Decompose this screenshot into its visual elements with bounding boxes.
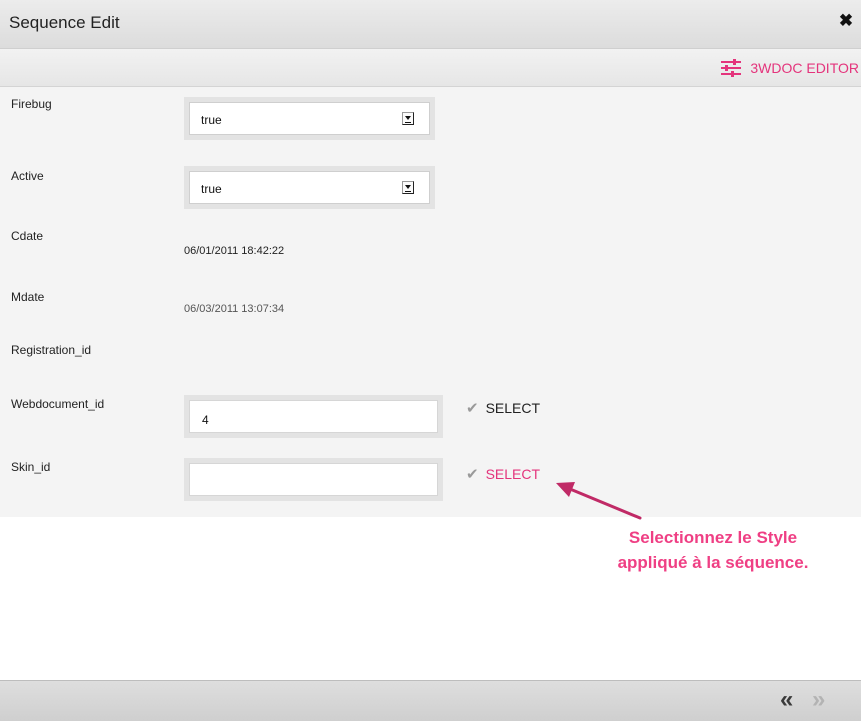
webdocument-id-field[interactable] [190,401,437,432]
skin-select-button[interactable]: ✔ SELECT [466,464,540,484]
toolbar: 3WDOC EDITOR [0,49,861,87]
webdocument-select-label: SELECT [485,400,541,416]
firebug-select[interactable]: true [184,97,435,140]
webdocument-select-button[interactable]: ✔ SELECT [466,398,540,418]
webdocument-id-field-frame [184,395,443,438]
active-select[interactable]: true [184,166,435,209]
chevron-down-icon[interactable] [402,181,414,194]
sequence-form: Firebug true Active true Cdate 06/01/201… [0,87,861,517]
cdate-value: 06/01/2011 18:42:22 [184,245,285,257]
checkmark-icon: ✔ [466,400,479,417]
title-bar: Sequence Edit ✖ [0,0,861,49]
annotation-callout: Selectionnez le Style appliqué à la séqu… [578,525,848,575]
firebug-label: Firebug [11,97,52,111]
mdate-value: 06/03/2011 13:07:34 [184,303,285,315]
chevron-down-icon[interactable] [402,112,414,125]
firebug-select-value: true [201,113,222,127]
3wdoc-editor-label: 3WDOC EDITOR [750,60,859,76]
close-icon[interactable]: ✖ [836,11,856,33]
skin-id-label: Skin_id [11,460,51,474]
skin-select-label: SELECT [485,466,541,482]
skin-id-field-frame [184,458,443,501]
window-title: Sequence Edit [9,13,120,32]
checkmark-icon: ✔ [466,466,479,483]
sliders-icon [720,59,742,77]
skin-id-field[interactable] [190,464,437,495]
3wdoc-editor-button[interactable]: 3WDOC EDITOR [720,57,859,79]
cdate-label: Cdate [11,229,44,243]
webdocument-id-label: Webdocument_id [11,397,105,411]
mdate-label: Mdate [11,290,45,304]
callout-line-2: appliqué à la séquence. [617,553,809,572]
footer-bar: « » [0,680,861,721]
active-label: Active [11,169,44,183]
next-icon[interactable]: » [812,688,825,712]
previous-icon[interactable]: « [780,688,793,712]
callout-line-1: Selectionnez le Style [628,528,798,547]
active-select-value: true [201,182,222,196]
registration-id-label: Registration_id [11,343,92,357]
